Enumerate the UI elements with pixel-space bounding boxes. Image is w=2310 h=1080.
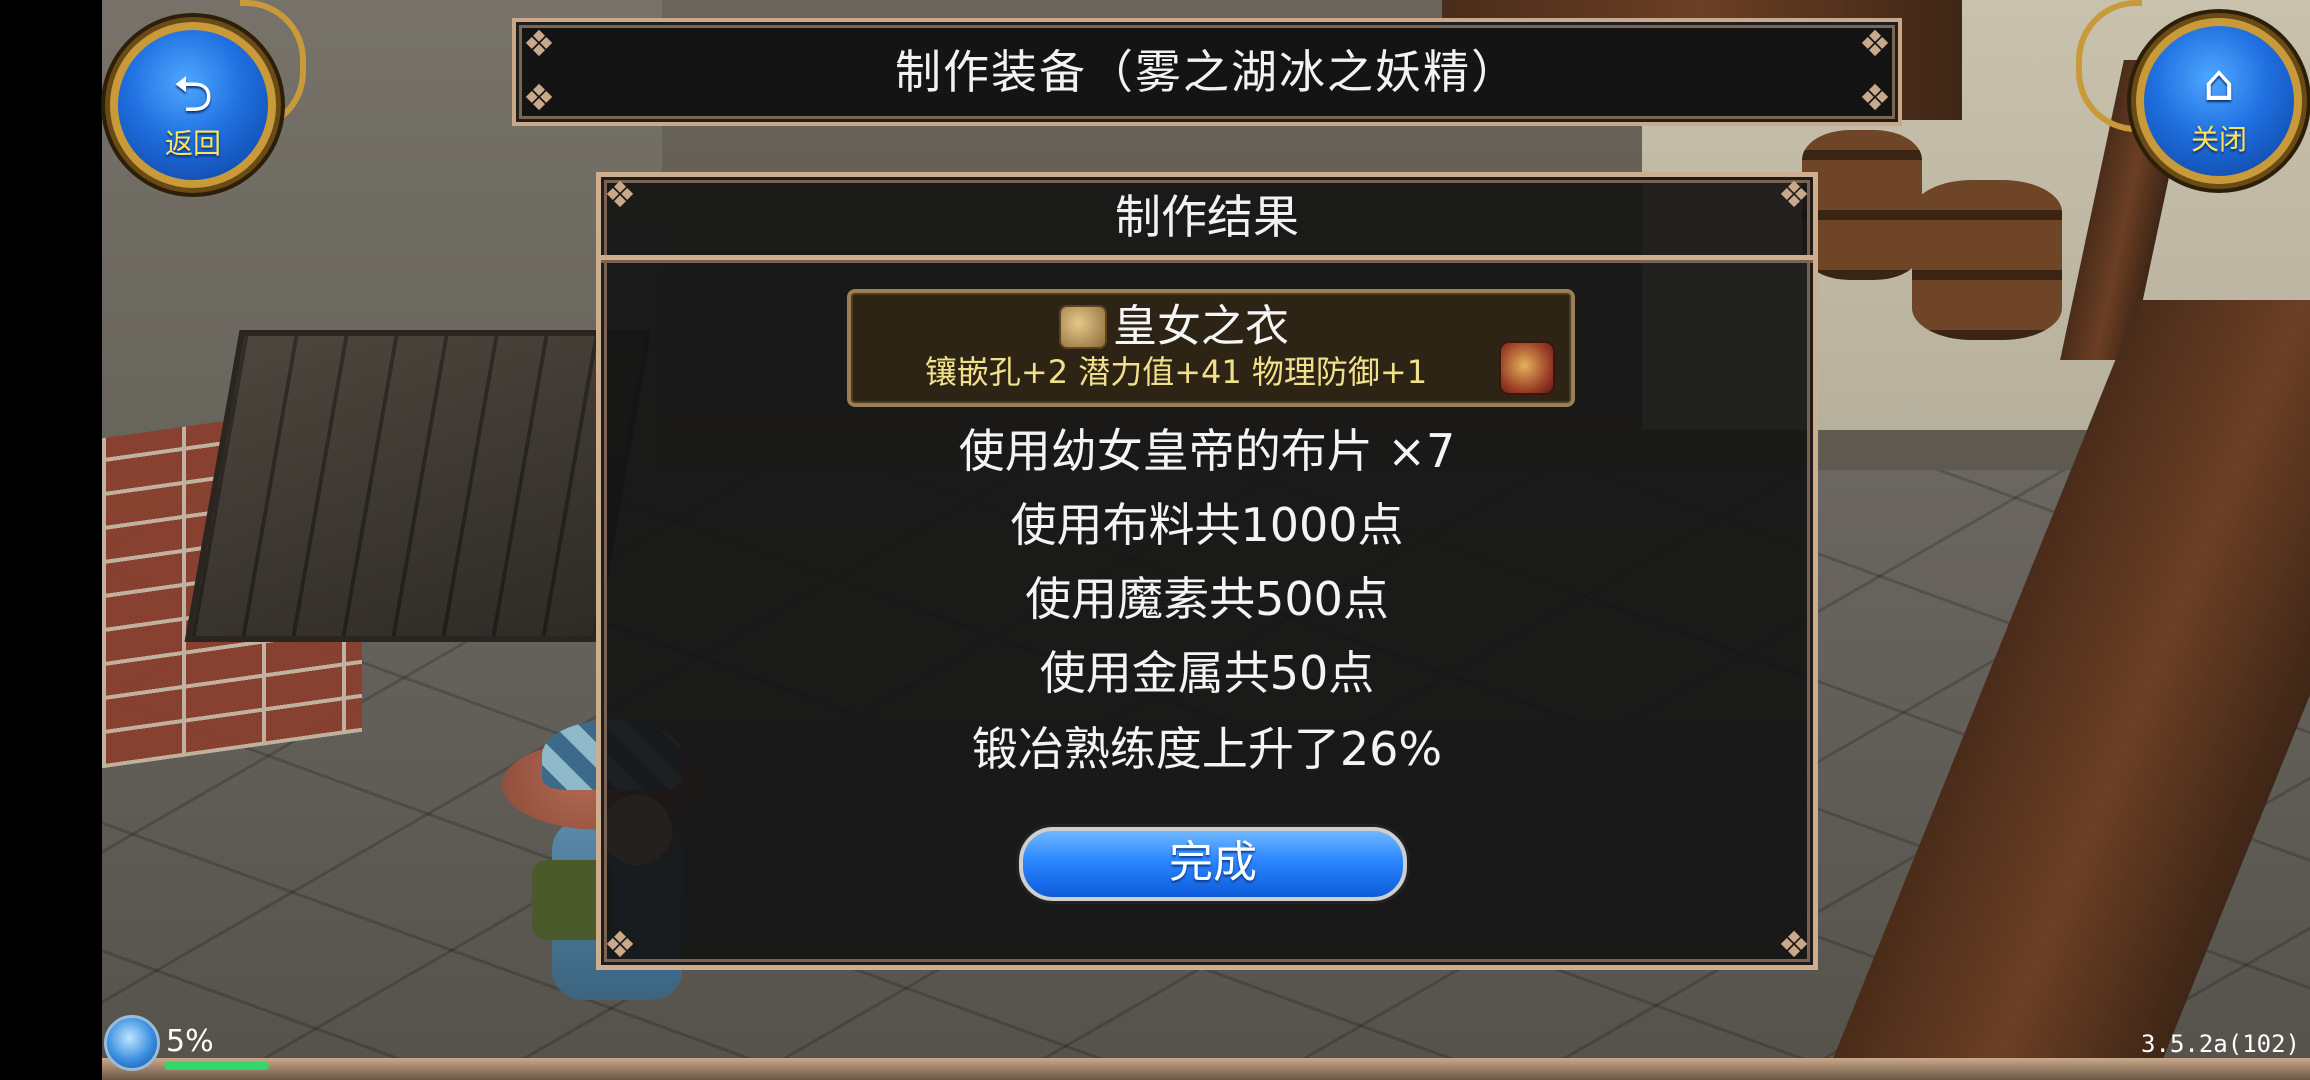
done-button[interactable]: 完成	[1019, 827, 1407, 901]
corner-ornament-icon: ❖	[1858, 24, 1892, 65]
barrel	[1912, 180, 2062, 340]
item-name: 皇女之衣	[1113, 301, 1289, 352]
corner-ornament-icon: ❖	[522, 78, 556, 119]
result-line-smithing-skill: 锻冶熟练度上升了26%	[971, 722, 1443, 776]
experience-percent: 5%	[166, 1024, 214, 1059]
close-button-label: 关闭	[2190, 123, 2247, 156]
dialog-header: 制作结果	[601, 177, 1813, 260]
screen-title: 制作装备（雾之湖冰之妖精）	[895, 45, 1519, 99]
treasure-chest-icon[interactable]	[1499, 341, 1555, 395]
result-line-metal: 使用金属共50点	[1039, 646, 1375, 700]
corner-ornament-icon: ❖	[603, 925, 637, 966]
result-line-mana: 使用魔素共500点	[1025, 572, 1389, 626]
corner-ornament-icon: ❖	[1777, 175, 1811, 216]
bottom-status-bar	[102, 1058, 2310, 1080]
back-button-label: 返回	[164, 127, 221, 160]
corner-ornament-icon: ❖	[1858, 78, 1892, 119]
barrel	[1802, 130, 1922, 280]
item-stats: 镶嵌孔+2 潜力值+41 物理防御+1	[924, 353, 1428, 391]
experience-orb-icon	[104, 1015, 160, 1071]
wooden-crate	[184, 330, 652, 642]
home-icon: ⌂	[2203, 54, 2235, 112]
crafted-item-card[interactable]: 皇女之衣 镶嵌孔+2 潜力值+41 物理防御+1	[847, 289, 1575, 407]
crafting-result-dialog: 制作结果 ❖ ❖ ❖ ❖ 皇女之衣 镶嵌孔+2 潜力值+41 物理防御+1 使用…	[596, 172, 1818, 970]
result-line-fabric-pieces: 使用幼女皇帝的布片 ×7	[958, 424, 1456, 478]
back-button[interactable]: ⮌ 返回	[110, 22, 276, 188]
armor-icon	[1059, 305, 1107, 349]
version-label: 3.5.2a(102)	[2141, 1030, 2300, 1058]
experience-progress-fill	[164, 1062, 269, 1070]
close-button[interactable]: ⌂ 关闭	[2136, 18, 2302, 184]
corner-ornament-icon: ❖	[603, 175, 637, 216]
screen-header: 制作装备（雾之湖冰之妖精） ❖ ❖ ❖ ❖	[512, 18, 1902, 126]
corner-ornament-icon: ❖	[522, 24, 556, 65]
corner-ornament-icon: ❖	[1777, 925, 1811, 966]
result-line-cloth: 使用布料共1000点	[1010, 498, 1404, 552]
dialog-title: 制作结果	[1115, 190, 1299, 244]
